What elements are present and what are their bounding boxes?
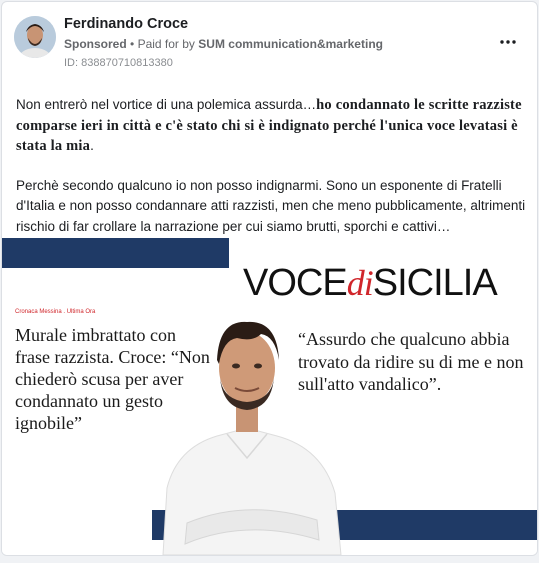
post-body: Non entrerò nel vortice di una polemica … bbox=[16, 95, 526, 237]
ad-id: ID: 838870710813380 bbox=[64, 57, 173, 69]
brand-logo: VOCEdiSICILIA bbox=[243, 262, 498, 305]
author-avatar[interactable] bbox=[14, 16, 56, 58]
person-photo bbox=[157, 308, 347, 555]
author-name[interactable]: Ferdinando Croce bbox=[64, 16, 188, 32]
news-kicker: Cronaca Messina . Ultima Ora bbox=[15, 309, 96, 315]
more-options-icon[interactable] bbox=[496, 30, 520, 54]
post-p1-end: . bbox=[90, 138, 94, 153]
top-navy-bar bbox=[2, 238, 229, 268]
brand-di: di bbox=[346, 263, 374, 303]
brand-part1: VOCE bbox=[243, 262, 348, 304]
paid-for-by-name: SUM communication&marketing bbox=[198, 37, 383, 51]
sponsored-meta: Sponsored • Paid for by SUM communicatio… bbox=[64, 37, 383, 51]
ad-creative-image[interactable]: VOCEdiSICILIA Cronaca Messina . Ultima O… bbox=[2, 238, 537, 555]
paid-for-by-label: Paid for by bbox=[137, 37, 195, 51]
post-paragraph-2: Perchè secondo qualcuno io non posso ind… bbox=[16, 177, 526, 234]
sponsored-post-card: Ferdinando Croce Sponsored • Paid for by… bbox=[1, 1, 538, 556]
meta-separator: • bbox=[130, 37, 135, 51]
post-paragraph-1: Non entrerò nel vortice di una polemica … bbox=[16, 95, 526, 157]
sponsored-label: Sponsored bbox=[64, 37, 127, 51]
post-p1-plain: Non entrerò nel vortice di una polemica … bbox=[16, 97, 317, 112]
brand-part2: SICILIA bbox=[372, 262, 498, 304]
